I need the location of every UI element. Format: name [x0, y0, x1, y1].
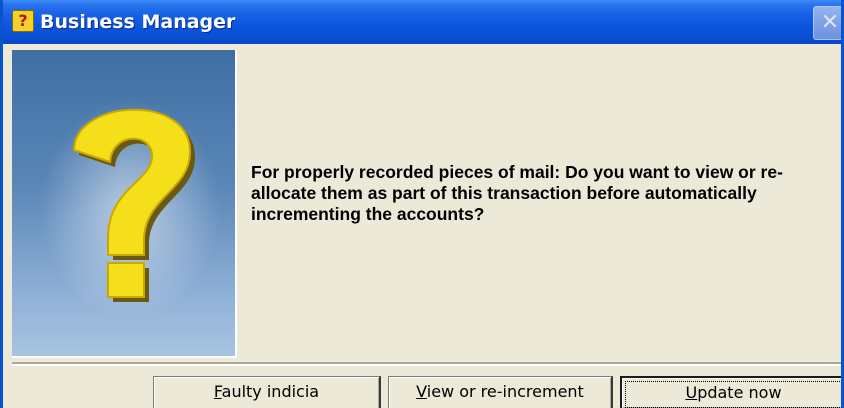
update-now-button[interactable]: Update now [620, 376, 841, 408]
title-icon-glyph: ? [18, 11, 28, 30]
focus-rect [625, 381, 841, 408]
close-icon: ✕ [820, 10, 840, 35]
dialog-image-panel [12, 50, 237, 358]
title-bar[interactable]: ? Business Manager ✕ [3, 0, 841, 44]
close-button[interactable]: ✕ [813, 6, 841, 40]
separator [12, 362, 841, 366]
question-icon: ? [12, 10, 34, 32]
view-mnemonic: V [416, 382, 427, 401]
faulty-indicia-button[interactable]: Faulty indicia [153, 376, 381, 408]
dialog-window: ? Business Manager ✕ For properly record… [0, 0, 844, 408]
faulty-label: aulty indicia [221, 382, 320, 401]
question-mark-icon [40, 100, 220, 320]
dialog-message: For properly recorded pieces of mail: Do… [251, 162, 783, 224]
window-title: Business Manager [40, 11, 236, 33]
view-label: iew or re-increment [426, 382, 584, 401]
faulty-mnemonic: F [213, 382, 222, 401]
view-or-reincrement-button[interactable]: View or re-increment [388, 376, 613, 408]
